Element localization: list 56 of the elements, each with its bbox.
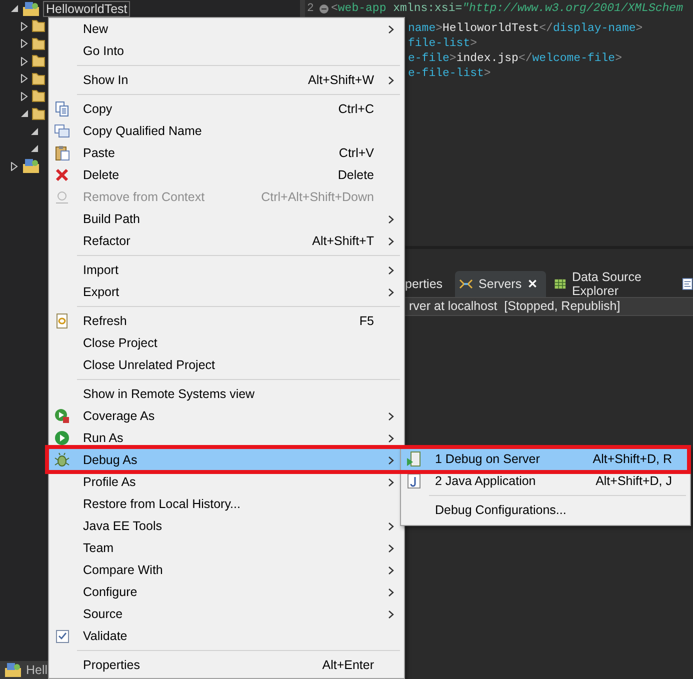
menu-item[interactable]: Profile As [49, 471, 404, 493]
menu-item[interactable]: Show in Remote Systems view [49, 383, 404, 405]
code-line: name>HelloworldTest</display-name> [408, 21, 643, 36]
code-line: e-file-list> [408, 66, 491, 81]
menu-item[interactable]: Java EE Tools [49, 515, 404, 537]
menu-item[interactable]: Import [49, 259, 404, 281]
view-tab[interactable]: Data Source Explorer [550, 271, 672, 297]
copy-icon [54, 101, 70, 117]
menu-item[interactable]: Validate [49, 625, 404, 647]
checkbox[interactable] [56, 630, 68, 642]
view-tab[interactable]: perties [401, 271, 451, 297]
menu-item[interactable]: 2 Java Application Alt+Shift+D, J [401, 470, 690, 492]
delete-icon [54, 167, 70, 183]
menu-item[interactable]: Properties Alt+Enter [49, 654, 404, 676]
code-line: e-file>index.jsp</welcome-file> [408, 51, 622, 66]
menu-item[interactable]: Close Unrelated Project [49, 354, 404, 376]
java-file-icon [406, 473, 422, 489]
copy-icon [54, 123, 70, 139]
menu-item[interactable]: Debug Configurations... [401, 499, 690, 521]
line-number: 2 [307, 1, 315, 16]
run-icon [54, 430, 70, 446]
code-line: <web-app xmlns:xsi="http://www.w3.org/2001/XMLSchem [331, 1, 683, 16]
servers-icon [458, 278, 473, 290]
menu-item[interactable]: Compare With [49, 559, 404, 581]
database-grid-icon [554, 277, 566, 291]
project-icon [22, 0, 40, 17]
remove-icon [54, 189, 70, 205]
folder-icon [32, 72, 45, 85]
menu-item[interactable]: Team [49, 537, 404, 559]
project-icon [4, 662, 22, 678]
folder-icon [32, 108, 45, 120]
code-line: file-list> [408, 36, 478, 51]
folder-icon [32, 20, 45, 32]
menu-item[interactable]: Coverage As [49, 405, 404, 427]
expander-icon[interactable] [10, 162, 19, 171]
menu-item[interactable]: Close Project [49, 332, 404, 354]
view-icon[interactable] [682, 276, 693, 292]
fold-icon[interactable] [319, 4, 329, 14]
clipboard-icon [54, 145, 70, 161]
close-icon[interactable]: ✕ [528, 277, 538, 291]
project-icon [22, 158, 40, 174]
folder-icon [32, 55, 45, 68]
coverage-icon [54, 408, 70, 424]
menu-item[interactable]: Run As [49, 427, 404, 449]
refresh-icon [54, 313, 70, 329]
bug-icon [54, 452, 70, 468]
folder-icon [32, 90, 45, 102]
view-tab[interactable]: Servers ✕ [454, 271, 546, 297]
folder-icon [32, 38, 45, 50]
view-title: Hell [26, 663, 48, 677]
tree-item[interactable]: HelloworldTest [43, 0, 130, 17]
menu-item[interactable]: Restore from Local History... [49, 493, 404, 515]
menu-item[interactable]: Source [49, 603, 404, 625]
server-debug-icon [406, 451, 422, 467]
menu-item[interactable]: Configure [49, 581, 404, 603]
menu-item[interactable]: 1 Debug on Server Alt+Shift+D, R [401, 448, 690, 470]
